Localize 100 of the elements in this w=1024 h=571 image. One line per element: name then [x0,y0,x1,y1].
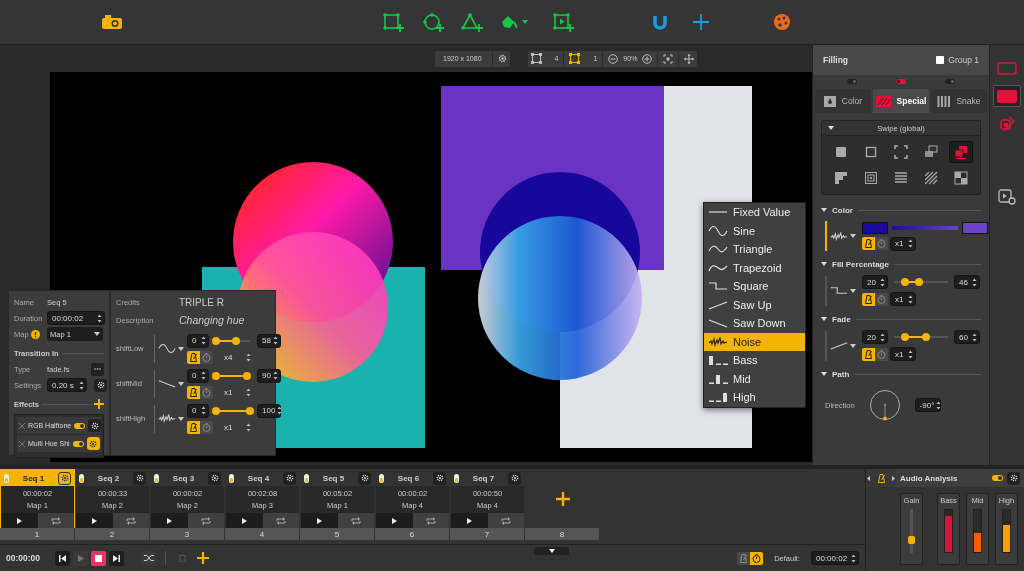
tab[interactable]: Snake [931,89,987,113]
slot-number[interactable]: 6 [375,528,449,540]
slot-number[interactable]: 4 [225,528,299,540]
range-slider[interactable] [212,405,254,416]
loop-button[interactable] [37,513,74,528]
wave-dropdown[interactable] [158,344,184,353]
toggle-switch[interactable] [229,473,234,483]
metronome-button[interactable] [737,551,751,565]
zoom-out-icon[interactable] [608,53,619,64]
toggle-switch[interactable] [992,475,1003,481]
slot-number[interactable]: 8 [525,528,599,540]
timer-button[interactable] [750,551,764,565]
menu-item[interactable]: High [704,388,805,407]
number-field[interactable]: 0 [187,333,209,348]
menu-item[interactable]: Sine [704,221,805,240]
spinner-icon[interactable] [201,406,206,415]
multiplier-field[interactable]: x4 [224,352,252,362]
spinner-icon[interactable] [908,294,913,304]
loop-button[interactable] [412,513,449,528]
group-checkbox[interactable]: Group 1 [936,55,979,65]
settings-button[interactable] [433,471,446,485]
loop-button[interactable] [337,513,374,528]
slot-number[interactable]: 2 [75,528,149,540]
loop-button[interactable] [262,513,299,528]
spinner-icon[interactable] [972,277,977,287]
menu-item[interactable]: Noise [704,332,805,351]
spinner-icon[interactable] [273,371,278,380]
menu-item[interactable]: Fixed Value [704,203,805,222]
play-button[interactable] [301,513,338,528]
spinner-icon[interactable] [273,336,278,345]
number-field[interactable]: 46 [954,275,980,289]
toggle-switch[interactable] [454,473,459,483]
projector-icon[interactable] [101,12,123,32]
slot-number[interactable]: 1 [0,528,74,540]
preset-button[interactable] [949,141,973,163]
menu-item[interactable]: Triangle [704,240,805,259]
spinner-icon[interactable] [246,387,252,397]
loop-button[interactable] [187,513,224,528]
wave-dropdown[interactable] [158,414,184,423]
angle-field[interactable]: -90° [914,398,941,412]
play-button[interactable] [451,513,488,528]
multiplier-field[interactable]: x1 [890,292,916,306]
settings-button[interactable] [283,471,296,485]
overlapping-circles-drawing[interactable] [478,172,642,380]
spinner-icon[interactable] [880,332,885,342]
slot-number[interactable]: 3 [150,528,224,540]
page-toggle[interactable] [896,79,906,84]
add-triangle-icon[interactable] [461,12,483,32]
settings-button[interactable] [1007,471,1020,485]
number-field[interactable]: 60 [954,330,980,344]
settings-button[interactable] [208,471,221,485]
toggle-switch[interactable] [304,473,309,483]
toggle-switch[interactable] [74,422,86,429]
add-video-icon[interactable] [552,12,574,32]
move-icon[interactable] [684,53,695,64]
tool-button[interactable] [993,85,1021,107]
page-toggle[interactable] [945,79,956,84]
settings-button[interactable] [358,471,371,485]
spinner-icon[interactable] [201,336,206,345]
fit-screen-icon[interactable] [663,53,674,64]
gain-slider[interactable] [907,509,916,553]
number-field[interactable]: 58 [257,333,281,348]
spinner-icon[interactable] [936,400,942,410]
metronome-button[interactable] [862,237,875,250]
menu-item[interactable]: Saw Down [704,314,805,333]
direction-dial[interactable] [868,389,901,421]
menu-item[interactable]: Trapezoid [704,258,805,277]
metronome-button[interactable] [862,347,875,361]
add-icon[interactable] [197,552,210,564]
settings-button[interactable] [508,471,521,485]
spinner-icon[interactable] [246,422,252,432]
spinner-icon[interactable] [908,349,913,359]
play-button[interactable] [1,513,38,528]
add-icon[interactable] [94,399,104,409]
shapes-icon[interactable] [530,53,542,64]
color-swatch[interactable] [962,221,988,234]
metronome-button[interactable] [187,350,200,364]
plus-icon[interactable] [692,12,710,32]
wave-dropdown[interactable] [158,379,184,388]
number-field[interactable]: 0 [187,368,209,383]
settings-button[interactable] [58,471,71,485]
metronome-button[interactable] [187,385,200,399]
close-icon[interactable] [19,422,25,429]
duration-field[interactable]: 00:00:02 [47,311,105,325]
spinner-icon[interactable] [908,239,913,248]
spinner-icon[interactable] [79,380,84,390]
slot-number[interactable]: 7 [450,528,524,540]
settings-button[interactable] [88,419,102,432]
tab[interactable]: Special [873,89,929,113]
metronome-button[interactable] [862,292,875,306]
shuffle-button[interactable] [141,550,157,566]
slot-number[interactable]: 5 [300,528,374,540]
spinner-icon[interactable] [880,277,885,287]
toggle-switch[interactable] [154,473,159,483]
toggle-switch[interactable] [79,473,84,483]
zoom-in-icon[interactable] [642,53,653,64]
multiplier-field[interactable]: x1 [224,387,252,397]
number-field[interactable]: 20 [862,275,888,289]
spinner-icon[interactable] [851,553,856,563]
default-duration-field[interactable]: 00:00:02 [811,551,859,565]
